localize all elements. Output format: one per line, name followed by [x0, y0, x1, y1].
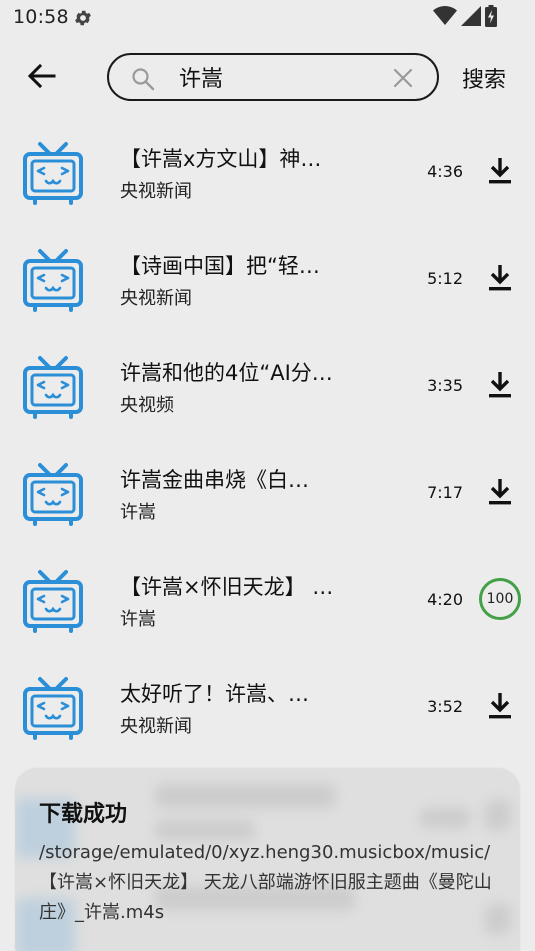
list-item[interactable]: 太好听了！许嵩、… 央视新闻 3:52 [0, 653, 535, 760]
item-duration: 7:17 [427, 483, 463, 502]
download-button[interactable] [486, 691, 514, 723]
item-duration: 5:12 [427, 269, 463, 288]
status-bar: 10:58 [0, 0, 535, 36]
item-channel: 央视新闻 [120, 181, 192, 202]
download-button[interactable] [486, 370, 514, 402]
list-item[interactable]: 【许嵩x方文山】神… 央视新闻 4:36 [0, 118, 535, 225]
download-icon [488, 156, 512, 188]
download-icon [488, 691, 512, 723]
toast-title: 下载成功 [39, 802, 128, 827]
tv-icon [22, 247, 84, 313]
download-icon [488, 263, 512, 295]
item-title: 【许嵩x方文山】神… [120, 147, 322, 171]
item-channel: 许嵩 [120, 502, 156, 523]
item-duration: 4:36 [427, 162, 463, 181]
battery-charging-icon [485, 5, 497, 31]
list-item[interactable]: 【许嵩×怀旧天龙】 … 许嵩 4:20 100 [0, 546, 535, 653]
tv-icon [22, 568, 84, 634]
tv-icon [22, 140, 84, 206]
download-button[interactable] [486, 477, 514, 509]
item-title: 许嵩和他的4位“AI分… [120, 361, 333, 385]
back-button[interactable] [22, 60, 62, 96]
item-channel: 央视新闻 [120, 288, 192, 309]
item-title: 许嵩金曲串烧《白… [120, 468, 309, 492]
download-button[interactable] [486, 156, 514, 188]
search-button[interactable]: 搜索 [462, 62, 506, 94]
search-icon [131, 67, 155, 91]
item-title: 太好听了！许嵩、… [120, 682, 309, 706]
download-icon [488, 370, 512, 402]
list-item[interactable]: 许嵩金曲串烧《白… 许嵩 7:17 [0, 439, 535, 546]
download-success-toast: 下载成功 /storage/emulated/0/xyz.heng30.musi… [15, 768, 520, 951]
download-button[interactable] [486, 263, 514, 295]
tv-icon [22, 675, 84, 741]
download-progress: 100 [479, 578, 521, 620]
toast-message: /storage/emulated/0/xyz.heng30.musicbox/… [39, 842, 492, 923]
search-input[interactable] [179, 61, 379, 93]
screen: 10:58 搜索 【许嵩x方文山】神… [0, 0, 535, 951]
search-box[interactable] [107, 53, 439, 101]
download-icon [488, 477, 512, 509]
item-duration: 4:20 [427, 590, 463, 609]
item-channel: 央视新闻 [120, 716, 192, 737]
signal-icon [461, 6, 481, 30]
item-channel: 许嵩 [120, 609, 156, 630]
status-time: 10:58 [13, 6, 69, 28]
list-item[interactable]: 【诗画中国】把“轻… 央视新闻 5:12 [0, 225, 535, 332]
tv-icon [22, 461, 84, 527]
wifi-icon [433, 6, 457, 30]
item-title: 【许嵩×怀旧天龙】 … [120, 575, 334, 599]
item-channel: 央视频 [120, 395, 174, 416]
result-list: 【许嵩x方文山】神… 央视新闻 4:36 【诗画中国】把“轻… 央视新闻 5:12 许嵩和他… [0, 118, 535, 760]
item-duration: 3:52 [427, 697, 463, 716]
status-icons [433, 5, 497, 31]
item-duration: 3:35 [427, 376, 463, 395]
tv-icon [22, 354, 84, 420]
item-title: 【诗画中国】把“轻… [120, 254, 320, 278]
arrow-left-icon [27, 63, 56, 92]
clear-icon[interactable] [393, 68, 413, 88]
list-item[interactable]: 许嵩和他的4位“AI分… 央视频 3:35 [0, 332, 535, 439]
settings-gear-icon [73, 8, 93, 28]
